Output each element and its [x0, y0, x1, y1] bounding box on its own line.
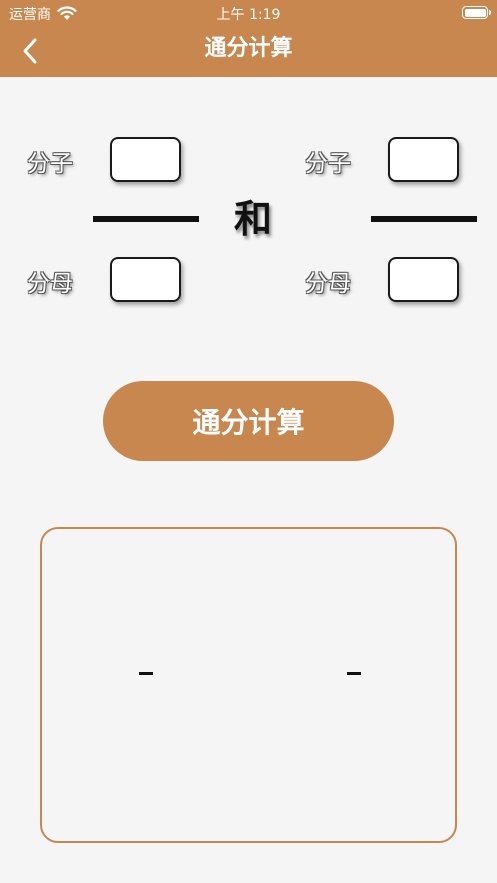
battery-icon: [462, 6, 491, 19]
right-result-bar: [347, 672, 361, 675]
left-numerator-label: 分子: [27, 151, 73, 177]
right-denominator-input[interactable]: [388, 257, 459, 302]
left-denominator-label: 分母: [27, 271, 73, 297]
status-time: 上午 1:19: [216, 7, 281, 23]
right-denominator-label: 分母: [305, 271, 351, 297]
top-bar: 运营商 上午 1:19 通分计算: [0, 0, 497, 77]
page-title: 通分计算: [204, 36, 293, 61]
left-result-bar: [139, 672, 153, 675]
left-denominator-input[interactable]: [110, 257, 181, 302]
left-numerator-input[interactable]: [110, 137, 181, 182]
calculate-button[interactable]: 通分计算: [103, 381, 394, 461]
right-fraction-bar: [371, 216, 477, 222]
connector-text: 和: [233, 197, 272, 241]
screen: 运营商 上午 1:19 通分计算 分子 分母 和 分子 分母 通分计算: [0, 0, 497, 883]
status-bar: 运营商 上午 1:19: [0, 0, 497, 26]
result-panel: [40, 527, 457, 843]
right-numerator-input[interactable]: [388, 137, 459, 182]
left-fraction-bar: [93, 216, 199, 222]
right-numerator-label: 分子: [305, 151, 351, 177]
